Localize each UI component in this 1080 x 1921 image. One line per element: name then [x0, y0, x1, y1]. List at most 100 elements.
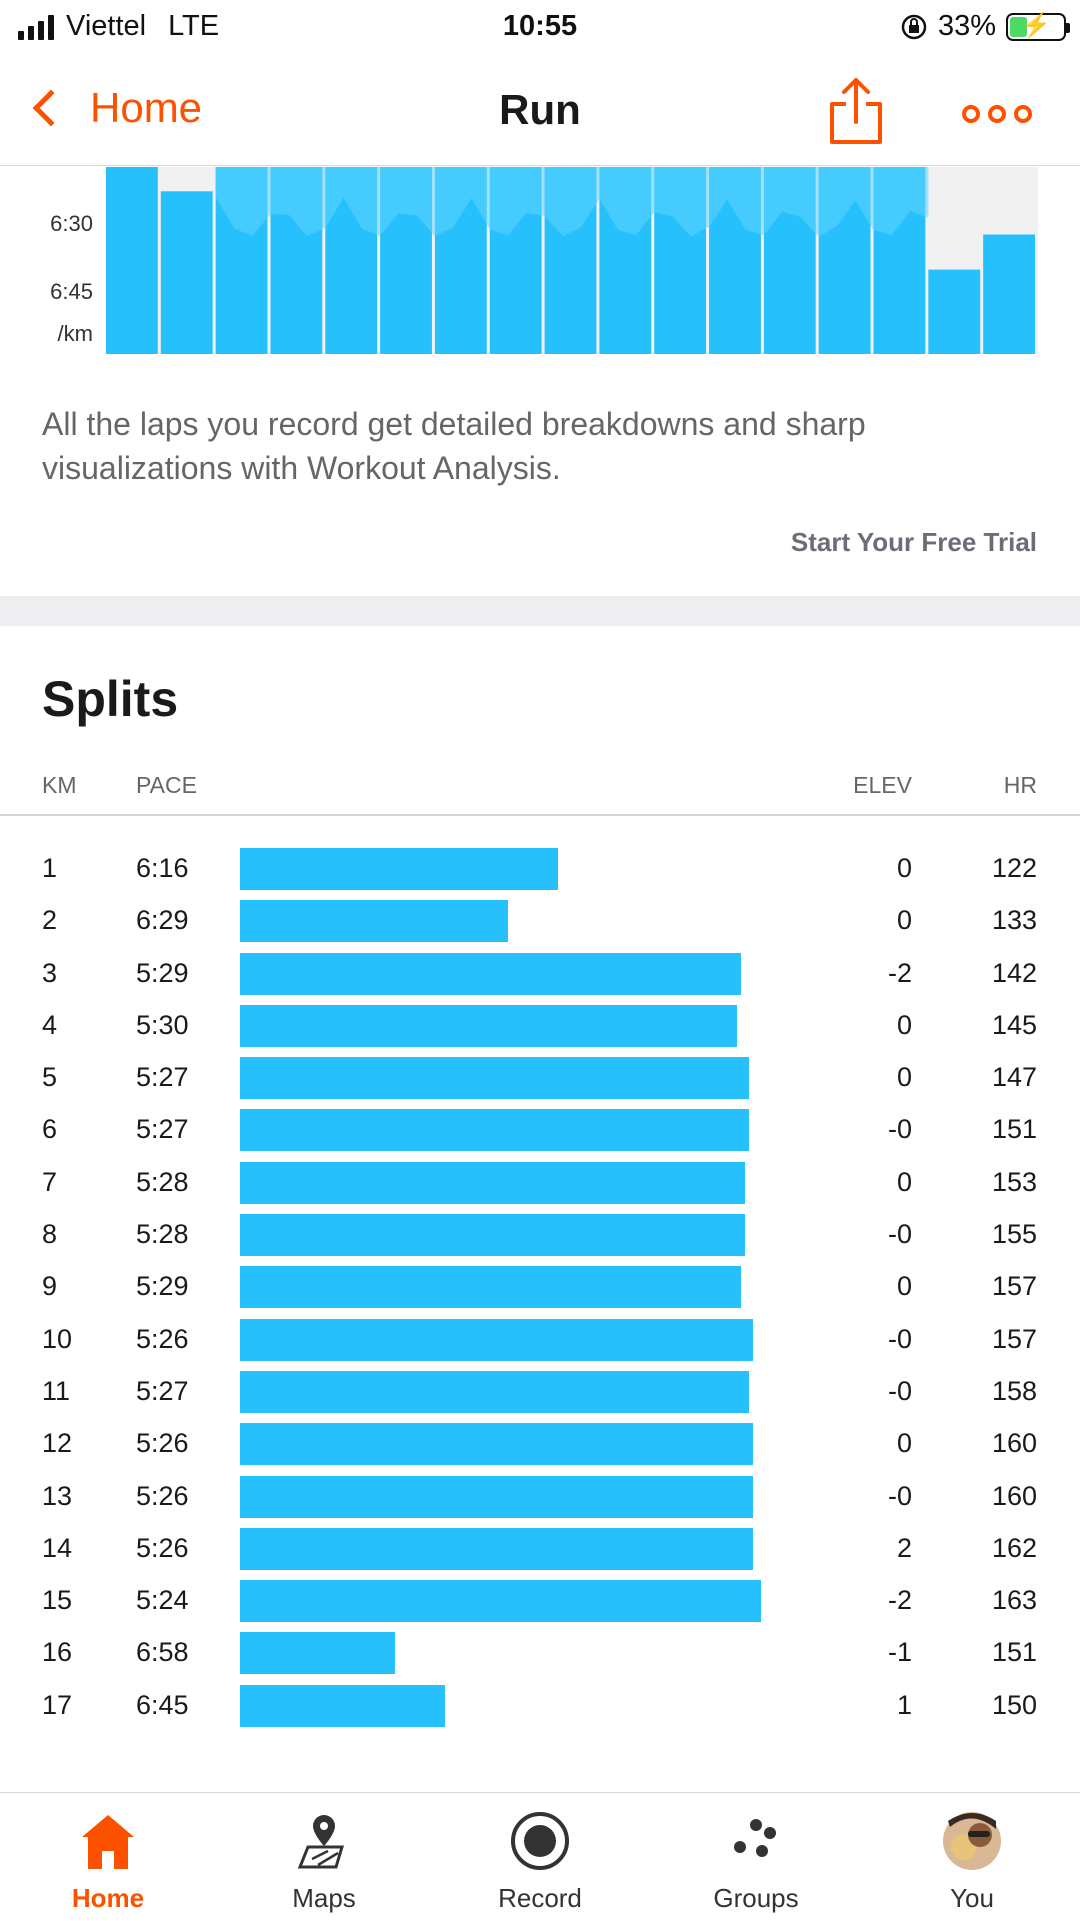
split-hr: 160 — [991, 1480, 1037, 1511]
share-icon[interactable] — [826, 76, 886, 146]
split-hr: 150 — [991, 1689, 1037, 1720]
tab-label: Maps — [292, 1883, 356, 1913]
split-elev: -0 — [887, 1323, 912, 1354]
split-hr: 153 — [991, 1166, 1037, 1197]
tab-record[interactable]: Record — [432, 1793, 648, 1921]
split-elev: 0 — [896, 1009, 912, 1040]
split-pace: 6:16 — [136, 853, 189, 883]
split-hr: 157 — [991, 1271, 1037, 1302]
charging-bolt-icon: ⚡ — [1021, 11, 1051, 39]
groups-icon — [734, 1819, 776, 1857]
split-elev: 0 — [896, 1166, 912, 1197]
split-km: 7 — [42, 1166, 58, 1197]
split-hr: 147 — [991, 1062, 1037, 1093]
split-pace: 5:26 — [136, 1532, 189, 1563]
split-row: 3 5:29 -2 142 — [0, 945, 1080, 997]
lap-bar — [160, 191, 213, 354]
split-km: 4 — [42, 1009, 58, 1040]
split-hr: 163 — [991, 1585, 1037, 1616]
split-pace: 6:29 — [136, 905, 189, 936]
tab-home[interactable]: Home — [0, 1793, 216, 1921]
split-km: 11 — [42, 1375, 71, 1406]
split-elev: 1 — [896, 1689, 912, 1720]
split-elev: -2 — [887, 957, 912, 988]
split-hr: 133 — [991, 905, 1037, 936]
split-pace-bar — [240, 900, 508, 943]
header-km: KM — [42, 772, 77, 798]
split-elev: -1 — [887, 1637, 912, 1668]
split-pace-bar — [240, 1266, 741, 1309]
split-pace: 5:28 — [136, 1219, 189, 1250]
battery-percent: 33% — [937, 10, 996, 42]
split-km: 2 — [42, 905, 58, 936]
page-title: Run — [499, 86, 581, 133]
lap-bar — [928, 269, 981, 354]
split-hr: 151 — [991, 1637, 1037, 1668]
split-pace-bar — [240, 1475, 753, 1518]
split-pace-bar — [240, 848, 558, 890]
split-row: 1 6:16 0 122 — [0, 840, 1080, 892]
split-elev: -0 — [887, 1219, 912, 1250]
split-km: 16 — [42, 1637, 73, 1668]
split-row: 9 5:29 0 157 — [0, 1258, 1080, 1310]
split-row: 5 5:27 0 147 — [0, 1049, 1080, 1101]
lap-bar — [983, 234, 1035, 354]
status-right: 33% ⚡ — [900, 10, 1070, 43]
tab-label: Record — [498, 1883, 582, 1913]
tab-maps[interactable]: Maps — [216, 1793, 432, 1921]
battery-icon: ⚡ — [1006, 11, 1070, 41]
split-pace-bar — [240, 1161, 745, 1204]
split-row: 16 6:58 -1 151 — [0, 1624, 1080, 1676]
split-pace-bar — [240, 1423, 753, 1466]
lap-pace-chart: 6:30 6:45 /km — [0, 167, 1080, 357]
split-pace: 5:29 — [136, 1271, 189, 1302]
split-pace: 5:26 — [136, 1428, 189, 1459]
split-row: 15 5:24 -2 163 — [0, 1572, 1080, 1624]
home-icon — [82, 1815, 134, 1869]
split-pace-bar — [240, 1318, 753, 1361]
split-row: 12 5:26 0 160 — [0, 1415, 1080, 1467]
split-pace: 5:24 — [136, 1585, 189, 1616]
split-pace-bar — [240, 1109, 749, 1152]
split-pace: 5:26 — [136, 1323, 189, 1354]
split-pace: 6:58 — [136, 1637, 189, 1668]
split-elev: 0 — [896, 905, 912, 936]
split-pace-bar — [240, 1004, 737, 1047]
free-trial-link[interactable]: Start Your Free Trial — [791, 527, 1037, 558]
split-km: 1 — [42, 853, 58, 883]
split-row: 11 5:27 -0 158 — [0, 1363, 1080, 1415]
avatar — [943, 1812, 1001, 1870]
split-km: 10 — [42, 1323, 73, 1354]
split-row: 13 5:26 -0 160 — [0, 1468, 1080, 1520]
split-pace-bar — [240, 1580, 761, 1623]
splits-table: 1 6:16 0 122 2 6:29 0 133 3 5:29 -2 142 4 5:30 0 145 5 5:… — [0, 840, 1080, 1729]
split-km: 15 — [42, 1585, 73, 1616]
split-row: 4 5:30 0 145 — [0, 997, 1080, 1049]
split-elev: -0 — [887, 1375, 912, 1406]
split-pace-bar — [240, 1527, 753, 1570]
split-km: 9 — [42, 1271, 58, 1302]
split-pace: 5:27 — [136, 1062, 189, 1093]
split-hr: 160 — [991, 1428, 1037, 1459]
tab-groups[interactable]: Groups — [648, 1793, 864, 1921]
tab-label: Home — [71, 1883, 145, 1913]
split-km: 8 — [42, 1219, 58, 1250]
split-pace-bar — [240, 1632, 395, 1675]
workout-analysis-promo: All the laps you record get detailed bre… — [42, 406, 866, 486]
split-pace: 5:29 — [136, 957, 189, 988]
tab-bar: Home Maps Record Groups You — [0, 1792, 1080, 1920]
tab-you[interactable]: You — [864, 1793, 1080, 1921]
nav-bar: Home Run — [0, 56, 1080, 166]
lap-bar — [106, 167, 158, 354]
split-pace-bar — [240, 1214, 745, 1257]
split-hr: 145 — [991, 1009, 1037, 1040]
more-options-icon[interactable] — [962, 94, 1032, 134]
split-km: 14 — [42, 1532, 73, 1563]
split-hr: 155 — [991, 1219, 1037, 1250]
header-hr: HR — [1003, 772, 1037, 798]
tab-label: Groups — [713, 1883, 799, 1913]
split-hr: 157 — [991, 1323, 1037, 1354]
header-pace: PACE — [136, 772, 197, 798]
status-bar: Viettel LTE 10:55 33% ⚡ — [0, 0, 1080, 56]
split-pace-bar — [240, 952, 741, 995]
